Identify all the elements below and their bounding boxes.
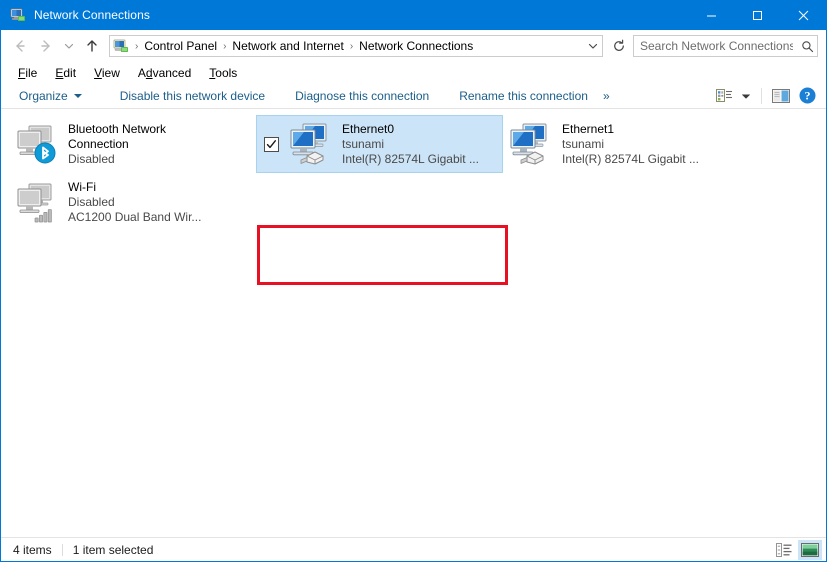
search-input[interactable] [634,39,797,53]
help-icon: ? [799,87,816,104]
toolbar-overflow-button[interactable]: » [596,86,616,106]
svg-text:?: ? [804,89,810,103]
list-item-text: Ethernet0 tsunami Intel(R) 82574L Gigabi… [342,122,479,167]
connection-device: Intel(R) 82574L Gigabit ... [342,152,479,167]
connection-status: Disabled [68,152,166,167]
rename-connection-button[interactable]: Rename this connection [451,86,596,106]
list-item[interactable]: Bluetooth Network Connection Disabled [9,115,256,173]
minimize-button[interactable] [688,0,734,30]
connection-name-line2: Connection [68,137,166,152]
window-title: Network Connections [34,8,150,22]
list-item[interactable]: Ethernet1 tsunami Intel(R) 82574L Gigabi… [503,115,750,173]
menu-item-view[interactable]: View [85,64,129,82]
up-arrow-icon [84,38,100,54]
explorer-window: Network Connections [0,0,827,562]
list-item-text: Ethernet1 tsunami Intel(R) 82574L Gigabi… [562,122,699,167]
chevron-down-icon [74,94,82,98]
forward-arrow-icon [38,38,54,54]
connection-status: Disabled [68,195,201,210]
breadcrumb: › Control Panel › Network and Internet ›… [133,37,584,55]
view-toggle-group [772,540,822,560]
menu-item-advanced[interactable]: Advanced [129,64,200,82]
maximize-button[interactable] [734,0,780,30]
recent-locations-button[interactable] [59,33,79,59]
command-toolbar: Organize Disable this network device Dia… [1,83,826,109]
bluetooth-network-adapter-icon [13,120,61,168]
preview-pane-button[interactable] [768,85,794,107]
breadcrumb-separator: › [133,41,140,52]
forward-button[interactable] [33,33,59,59]
chevron-down-icon [741,91,751,101]
connection-name: Ethernet0 [342,122,479,137]
status-divider [62,544,63,556]
connection-device: Intel(R) 82574L Gigabit ... [562,152,699,167]
view-options-icon [716,88,733,104]
large-icons-view-button[interactable] [798,540,822,560]
details-view-icon [776,543,792,557]
item-count-label: 4 items [13,543,52,557]
diagnose-connection-button[interactable]: Diagnose this connection [287,86,437,106]
close-button[interactable] [780,0,826,30]
large-icons-view-icon [801,543,819,557]
chevron-down-icon [63,40,75,52]
breadcrumb-separator: › [221,41,228,52]
connection-status: tsunami [562,137,699,152]
back-button[interactable] [7,33,33,59]
organize-label: Organize [19,89,68,103]
search-box[interactable] [633,35,818,57]
refresh-icon [612,39,626,53]
connection-device: AC1200 Dual Band Wir... [68,210,201,225]
view-options-button[interactable] [711,85,737,107]
refresh-button[interactable] [607,35,631,57]
breadcrumb-item-network-connections[interactable]: Network Connections [355,37,477,55]
preview-pane-icon [772,89,790,103]
ethernet-adapter-icon [287,120,335,168]
title-bar: Network Connections [1,0,826,30]
window-controls [688,0,826,30]
status-bar: 4 items 1 item selected [1,537,826,561]
list-item[interactable]: Wi-Fi Disabled AC1200 Dual Band Wir... [9,173,256,231]
navigation-bar: › Control Panel › Network and Internet ›… [1,30,826,62]
list-item-text: Bluetooth Network Connection Disabled [68,122,166,167]
connections-grid: Bluetooth Network Connection Disabled [1,115,826,231]
connections-list-view[interactable]: Bluetooth Network Connection Disabled [1,109,826,537]
up-button[interactable] [79,33,105,59]
help-button[interactable]: ? [794,85,820,107]
toolbar-right-group: ? [711,85,820,107]
selection-count-label: 1 item selected [73,543,154,557]
connection-name: Ethernet1 [562,122,699,137]
list-item-text: Wi-Fi Disabled AC1200 Dual Band Wir... [68,180,201,225]
menu-item-tools[interactable]: Tools [200,64,246,82]
breadcrumb-separator: › [348,41,355,52]
connection-status: tsunami [342,137,479,152]
address-network-connections-icon [113,38,129,54]
menu-bar: File Edit View Advanced Tools [1,62,826,83]
list-item[interactable]: Ethernet0 tsunami Intel(R) 82574L Gigabi… [256,115,503,173]
highlight-annotation-box [257,225,508,285]
wifi-adapter-icon [13,178,61,226]
back-arrow-icon [12,38,28,54]
menu-item-edit[interactable]: Edit [46,64,85,82]
details-view-button[interactable] [772,540,796,560]
breadcrumb-item-network-and-internet[interactable]: Network and Internet [228,37,347,55]
toolbar-divider [761,88,762,104]
address-bar[interactable]: › Control Panel › Network and Internet ›… [109,35,603,57]
chevron-down-icon [587,40,599,52]
network-connections-icon [10,7,26,23]
item-checkbox[interactable] [264,137,279,152]
address-dropdown-button[interactable] [584,36,602,56]
connection-name: Bluetooth Network [68,122,166,137]
view-options-dropdown-button[interactable] [737,85,755,107]
search-icon[interactable] [797,40,817,53]
menu-item-file[interactable]: File [9,64,46,82]
connection-name: Wi-Fi [68,180,201,195]
checkmark-icon [266,139,277,150]
disable-network-device-button[interactable]: Disable this network device [112,86,273,106]
breadcrumb-item-control-panel[interactable]: Control Panel [140,37,221,55]
organize-button[interactable]: Organize [11,86,90,106]
ethernet-adapter-icon [507,120,555,168]
